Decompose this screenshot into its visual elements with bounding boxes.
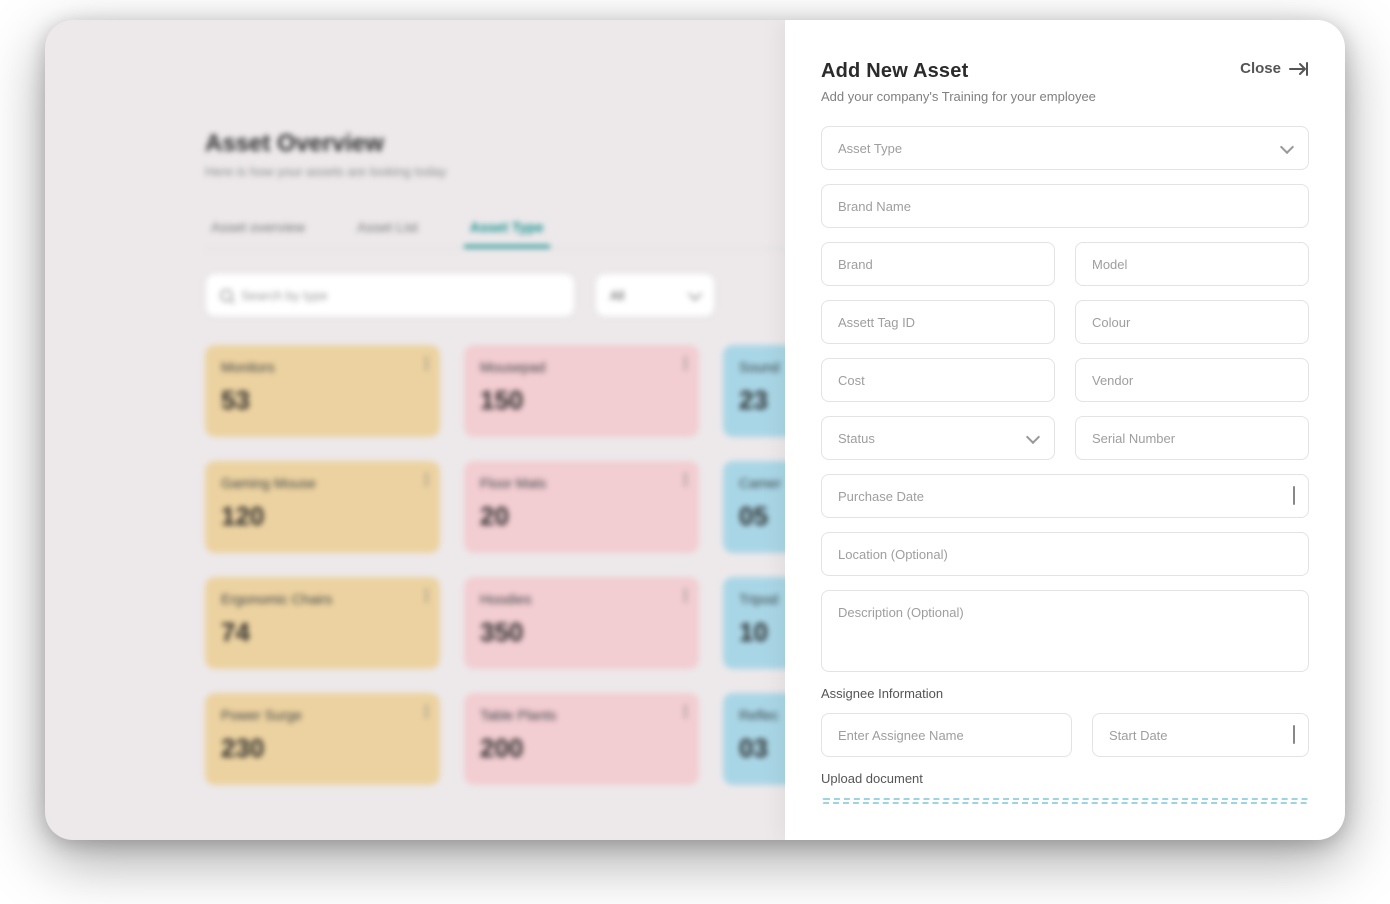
drawer-header: Add New Asset Close (821, 60, 1309, 83)
card-label: Floor Mats (480, 475, 683, 491)
asset-type-card[interactable]: Mousepad 150 (464, 345, 699, 437)
more-icon[interactable] (684, 589, 687, 602)
brand-name-input[interactable] (821, 184, 1309, 228)
chevron-down-icon (688, 286, 702, 300)
card-label: Hoodies (480, 591, 683, 607)
more-icon[interactable] (425, 589, 428, 602)
asset-type-card[interactable]: Floor Mats 20 (464, 461, 699, 553)
search-icon (220, 289, 233, 302)
brand-input[interactable] (821, 242, 1055, 286)
app-shell: Asset Overview Here is how your assets a… (45, 20, 1345, 840)
card-value: 53 (221, 385, 424, 416)
card-label: Monitors (221, 359, 424, 375)
more-icon[interactable] (425, 705, 428, 718)
location-input[interactable] (821, 532, 1309, 576)
more-icon[interactable] (684, 357, 687, 370)
serial-number-input[interactable] (1075, 416, 1309, 460)
filter-label: All (610, 288, 624, 303)
vendor-input[interactable] (1075, 358, 1309, 402)
search-input[interactable]: Search by type (205, 273, 575, 317)
drawer-title: Add New Asset (821, 60, 968, 83)
upload-section-label: Upload document (821, 771, 1309, 786)
chevron-down-icon (1280, 139, 1294, 153)
asset-type-card[interactable]: Hoodies 350 (464, 577, 699, 669)
card-value: 120 (221, 501, 424, 532)
tab-asset-type[interactable]: Asset Type (464, 209, 550, 248)
colour-input[interactable] (1075, 300, 1309, 344)
asset-tag-input[interactable] (821, 300, 1055, 344)
card-label: Gaming Mouse (221, 475, 424, 491)
add-asset-drawer: Add New Asset Close Add your company's T… (785, 20, 1345, 840)
card-value: 74 (221, 617, 424, 648)
card-label: Ergonomic Chairs (221, 591, 424, 607)
asset-type-card[interactable]: Ergonomic Chairs 74 (205, 577, 440, 669)
card-label: Mousepad (480, 359, 683, 375)
cost-input[interactable] (821, 358, 1055, 402)
asset-type-card[interactable]: Gaming Mouse 120 (205, 461, 440, 553)
tab-asset-list[interactable]: Asset List (351, 209, 424, 248)
upload-dropzone[interactable] (821, 798, 1309, 804)
assignee-section-label: Assignee Information (821, 686, 1309, 701)
asset-type-card[interactable]: Monitors 53 (205, 345, 440, 437)
more-icon[interactable] (684, 705, 687, 718)
card-value: 150 (480, 385, 683, 416)
card-value: 230 (221, 733, 424, 764)
card-value: 20 (480, 501, 683, 532)
chevron-down-icon (1026, 429, 1040, 443)
more-icon[interactable] (425, 473, 428, 486)
asset-type-placeholder: Asset Type (838, 141, 902, 156)
tab-asset-overview[interactable]: Asset overview (205, 209, 311, 248)
assignee-name-input[interactable] (821, 713, 1072, 757)
asset-type-card[interactable]: Power Surge 230 (205, 693, 440, 785)
status-placeholder: Status (838, 431, 875, 446)
search-placeholder: Search by type (241, 288, 328, 303)
card-label: Table Plants (480, 707, 683, 723)
status-select[interactable]: Status (821, 416, 1055, 460)
card-value: 350 (480, 617, 683, 648)
arrow-right-icon (1289, 62, 1309, 76)
drawer-subtitle: Add your company's Training for your emp… (821, 89, 1309, 104)
card-value: 200 (480, 733, 683, 764)
asset-type-card[interactable]: Table Plants 200 (464, 693, 699, 785)
more-icon[interactable] (684, 473, 687, 486)
card-label: Power Surge (221, 707, 424, 723)
purchase-date-input[interactable] (821, 474, 1309, 518)
start-date-input[interactable] (1092, 713, 1309, 757)
calendar-icon (1293, 487, 1295, 505)
close-label: Close (1240, 60, 1281, 77)
description-textarea[interactable] (821, 590, 1309, 672)
filter-dropdown[interactable]: All (595, 273, 715, 317)
close-button[interactable]: Close (1240, 60, 1309, 77)
more-icon[interactable] (425, 357, 428, 370)
asset-type-select[interactable]: Asset Type (821, 126, 1309, 170)
model-input[interactable] (1075, 242, 1309, 286)
calendar-icon (1293, 726, 1295, 744)
